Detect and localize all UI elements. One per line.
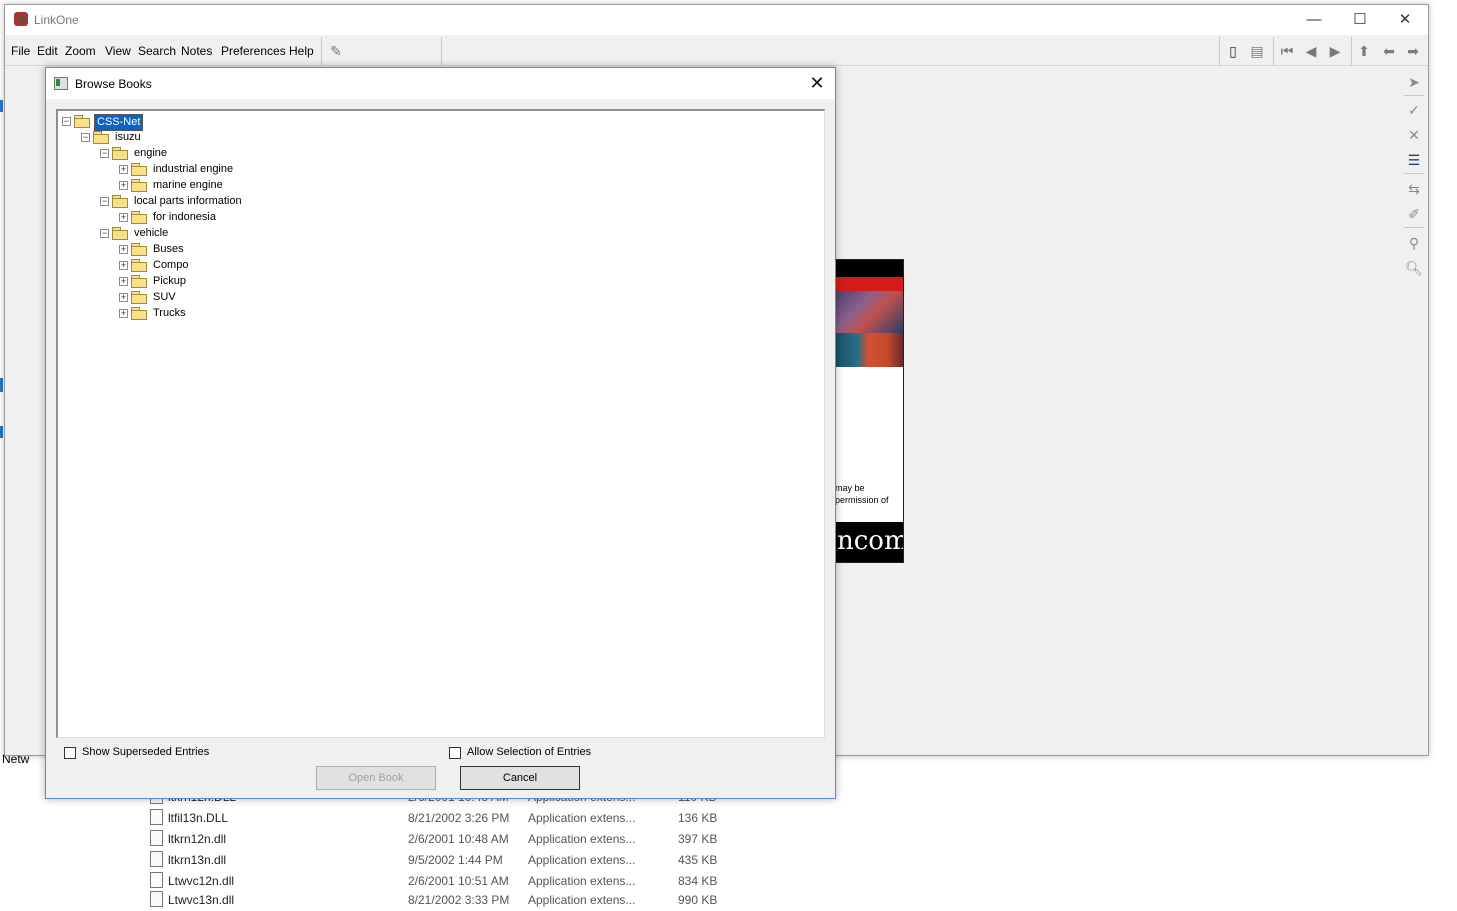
check-icon[interactable]: ✓ <box>1405 101 1423 119</box>
book-tree[interactable]: − CSS-Net − isuzu − engine + industrial … <box>56 109 825 738</box>
folder-icon <box>131 291 147 304</box>
collapse-toggle[interactable]: − <box>81 133 90 142</box>
open-book-icon[interactable]: ▯ <box>1224 42 1242 60</box>
menu-help[interactable]: Help <box>289 44 314 58</box>
expand-toggle[interactable]: + <box>119 293 128 302</box>
expand-toggle[interactable]: + <box>119 261 128 270</box>
select-icon[interactable]: ⇆ <box>1405 180 1423 198</box>
cover-brand: ncom <box>837 526 904 556</box>
file-row[interactable]: Ltwvc12n.dll 2/6/2001 10:51 AM Applicati… <box>148 871 748 892</box>
collapse-toggle[interactable]: − <box>62 117 71 126</box>
minimize-button[interactable]: — <box>1291 5 1337 35</box>
dialog-title: Browse Books <box>75 77 152 91</box>
linkone-app-icon <box>14 12 28 26</box>
cancel-button[interactable]: Cancel <box>460 766 580 790</box>
menu-file[interactable]: File <box>11 44 30 58</box>
magnifier-icon[interactable]: 🔍︎ <box>1405 259 1423 277</box>
toolbar-separator <box>1273 37 1274 65</box>
pin-icon[interactable]: ✎ <box>327 42 345 60</box>
send-icon[interactable]: ➤ <box>1405 73 1423 91</box>
forward-icon[interactable]: ➡ <box>1404 42 1422 60</box>
book-cover-image: may be permission of ncom <box>826 259 904 563</box>
open-folder-icon <box>112 227 128 240</box>
toolbar-separator <box>1219 37 1220 65</box>
open-folder-icon <box>112 147 128 160</box>
collapse-toggle[interactable]: − <box>100 197 109 206</box>
menu-edit[interactable]: Edit <box>37 44 58 58</box>
file-icon <box>150 891 163 907</box>
collapse-toggle[interactable]: − <box>100 149 109 158</box>
open-book-button[interactable]: Open Book <box>316 766 436 790</box>
file-icon <box>150 851 163 867</box>
cross-icon[interactable]: ✕ <box>1405 126 1423 144</box>
file-icon <box>150 809 163 825</box>
folder-icon <box>131 243 147 256</box>
maximize-button[interactable]: ☐ <box>1337 5 1383 35</box>
menu-search[interactable]: Search <box>138 44 176 58</box>
folder-icon <box>131 211 147 224</box>
toolbar-separator <box>441 37 442 65</box>
menu-notes[interactable]: Notes <box>181 44 212 58</box>
expand-toggle[interactable]: + <box>119 309 128 318</box>
window-title: LinkOne <box>34 13 79 27</box>
file-row[interactable]: ltkrn13n.dll 9/5/2002 1:44 PM Applicatio… <box>148 850 748 871</box>
open-folder-icon <box>74 115 90 128</box>
open-folder-icon <box>112 195 128 208</box>
next-icon[interactable]: ▶ <box>1326 42 1344 60</box>
side-toolbar: ➤ ✓ ✕ ☰ ⇆ ✐ ⚲ 🔍︎ <box>1400 67 1428 755</box>
expand-toggle[interactable]: + <box>119 181 128 190</box>
dialog-close-button[interactable]: ✕ <box>805 72 829 94</box>
expand-toggle[interactable]: + <box>119 245 128 254</box>
toolbar-separator <box>1351 37 1352 65</box>
dialog-title-bar[interactable]: Browse Books ✕ <box>46 68 835 99</box>
folder-icon <box>131 163 147 176</box>
menu-preferences[interactable]: Preferences <box>221 44 286 58</box>
file-icon <box>150 830 163 846</box>
menu-bar: File Edit Zoom View Search Notes Prefere… <box>5 35 1428 66</box>
browse-books-dialog: Browse Books ✕ − CSS-Net − isuzu − engin… <box>45 67 836 799</box>
folder-icon <box>131 259 147 272</box>
toolbar-separator <box>321 37 322 65</box>
cover-fineprint: may be permission of <box>835 483 889 505</box>
list-icon[interactable]: ☰ <box>1405 151 1423 169</box>
back-icon[interactable]: ⬅ <box>1380 42 1398 60</box>
books-icon[interactable]: ▤ <box>1248 42 1266 60</box>
expand-toggle[interactable]: + <box>119 165 128 174</box>
menu-view[interactable]: View <box>105 44 131 58</box>
expand-toggle[interactable]: + <box>119 213 128 222</box>
edit-select-icon[interactable]: ✐ <box>1405 205 1423 223</box>
expand-toggle[interactable]: + <box>119 277 128 286</box>
file-row[interactable]: ltfil13n.DLL 8/21/2002 3:26 PM Applicati… <box>148 808 748 829</box>
first-icon[interactable]: ⏮ <box>1278 42 1296 60</box>
folder-icon <box>131 307 147 320</box>
checkbox-box[interactable] <box>64 747 76 759</box>
file-row[interactable]: Ltwvc13n.dll 8/21/2002 3:33 PM Applicati… <box>148 890 748 911</box>
open-folder-icon <box>93 131 109 144</box>
up-icon[interactable]: ⬆ <box>1355 42 1373 60</box>
title-bar[interactable]: LinkOne — ☐ ✕ <box>5 5 1428 35</box>
folder-icon <box>131 275 147 288</box>
collapse-toggle[interactable]: − <box>100 229 109 238</box>
menu-zoom[interactable]: Zoom <box>65 44 96 58</box>
folder-icon <box>131 179 147 192</box>
file-icon <box>150 872 163 888</box>
dialog-icon <box>54 77 68 90</box>
checkbox-box[interactable] <box>449 747 461 759</box>
close-button[interactable]: ✕ <box>1382 5 1428 35</box>
file-row[interactable]: ltkrn12n.dll 2/6/2001 10:48 AM Applicati… <box>148 829 748 850</box>
prev-icon[interactable]: ◀ <box>1302 42 1320 60</box>
binoculars-icon[interactable]: ⚲ <box>1405 234 1423 252</box>
